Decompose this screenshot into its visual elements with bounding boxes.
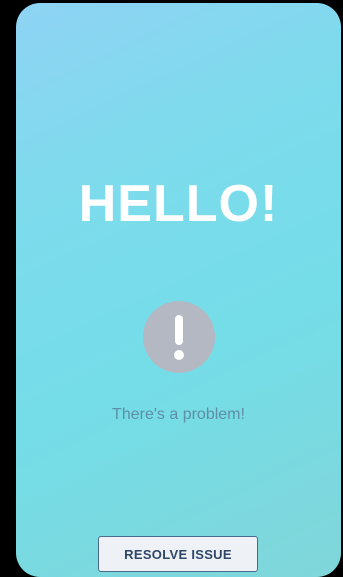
exclamation-dot bbox=[174, 350, 184, 360]
resolve-issue-button[interactable]: RESOLVE ISSUE bbox=[98, 536, 258, 572]
exclamation-circle-icon bbox=[143, 301, 215, 373]
greeting-headline: HELLO! bbox=[78, 175, 279, 233]
exclamation-bar bbox=[175, 315, 183, 345]
app-screen: HELLO! There's a problem! RESOLVE ISSUE bbox=[16, 3, 341, 577]
error-message: There's a problem! bbox=[112, 406, 245, 423]
